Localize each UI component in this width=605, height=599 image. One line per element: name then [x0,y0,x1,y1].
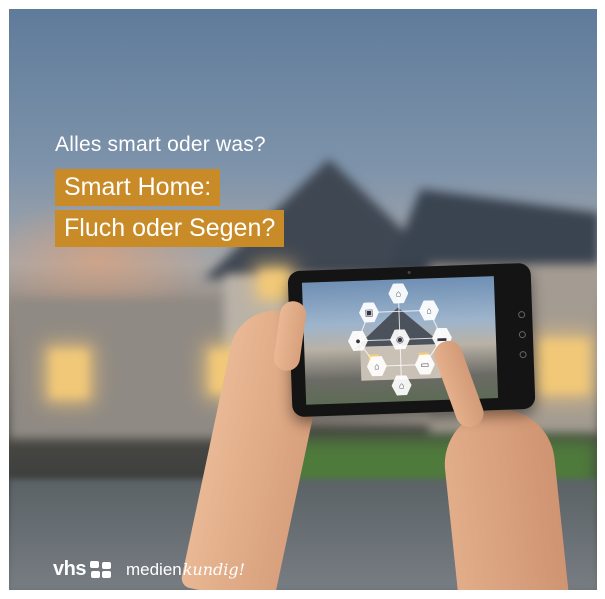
kundig-logo-text: kundig! [182,560,246,579]
tablet: ⌂ ▣ ⌂ ● ◉ ▬ ⌂ ▭ ⌂ [287,262,536,418]
hero-image: Alles smart oder was? Smart Home: Fluch … [9,9,597,590]
headline-line-1: Smart Home: [55,169,221,206]
vhs-logo-text: vhs [53,558,86,580]
headline-line-2: Fluch oder Segen? [55,210,285,247]
headline: Smart Home: Fluch oder Segen? [55,169,285,247]
vhs-logo-icon [89,560,112,579]
kicker-text: Alles smart oder was? [55,133,266,156]
medien-logo-text: medien [125,559,182,579]
logo-bar: vhs medien kundig! [53,558,245,581]
camera-dot [407,270,411,275]
